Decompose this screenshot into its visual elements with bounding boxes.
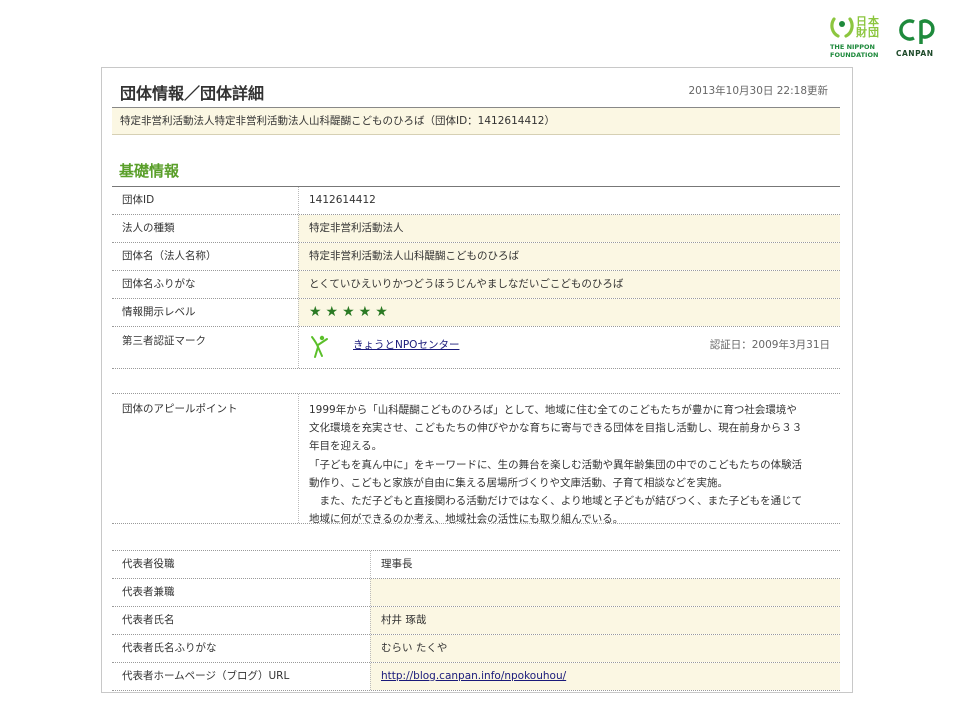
spacer-row <box>112 369 840 394</box>
canpan-logo[interactable]: CANPAN <box>890 16 946 62</box>
nippon-foundation-jp-text: 日本財団 <box>856 15 880 39</box>
canpan-cp-mark-icon <box>899 19 935 44</box>
rep-row-name-furigana: 代表者氏名ふりがな むらい たくや <box>112 635 840 663</box>
row-label: 代表者氏名 <box>122 614 175 626</box>
organization-name-bar: 特定非営利活動法人特定非営利活動法人山科醍醐こどものひろば（団体ID：14126… <box>112 108 840 135</box>
cert-org-link[interactable]: きょうとNPOセンター <box>353 337 459 352</box>
rep-row-concurrent-post: 代表者兼職 <box>112 579 840 607</box>
row-label: 法人の種類 <box>122 222 175 234</box>
rep-row-position: 代表者役職 理事長 <box>112 551 840 579</box>
kyoto-npo-center-mark-icon <box>311 335 328 358</box>
row-label: 情報開示レベル <box>122 306 196 318</box>
updated-timestamp: 2013年10月30日 22:18更新 <box>688 85 828 97</box>
nippon-foundation-en-line2: FOUNDATION <box>830 51 879 59</box>
row-label: 団体のアピールポイント <box>122 403 238 415</box>
row-value <box>370 579 840 606</box>
disclosure-stars-icon: ★★★★★ <box>309 304 392 320</box>
appeal-text: 1999年から「山科醍醐こどものひろば」として、地域に住む全てのこどもたちが豊か… <box>309 401 832 528</box>
homepage-url-value: http://blog.canpan.info/npokouhou/ <box>370 663 840 690</box>
canpan-logo-text: CANPAN <box>896 49 934 58</box>
row-value: むらい たくや <box>370 635 840 662</box>
appeal-line: 動作り、こどもと家族が自由に集える居場所づくりや文庫活動、子育て相談などを実施。 <box>309 476 729 489</box>
info-row-org-name: 団体名（法人名称） 特定非営利活動法人山科醍醐こどものひろば <box>112 243 840 271</box>
row-label: 第三者認証マーク <box>122 335 206 347</box>
row-value: 特定非営利活動法人山科醍醐こどものひろば <box>298 243 840 270</box>
nippon-foundation-en-line1: THE NIPPON <box>830 43 875 51</box>
nippon-foundation-en-text: THE NIPPON FOUNDATION <box>830 43 878 59</box>
info-row-disclosure-level: 情報開示レベル ★★★★★ <box>112 299 840 327</box>
info-row-org-furigana: 団体名ふりがな とくていひえいりかつどうほうじんやましなだいごこどものひろば <box>112 271 840 299</box>
appeal-value: 1999年から「山科醍醐こどものひろば」として、地域に住む全てのこどもたちが豊か… <box>298 394 840 525</box>
page-title: 団体情報／団体詳細 <box>120 84 265 103</box>
section-title-basic-info: 基礎情報 <box>119 162 180 180</box>
row-label: 代表者ホームページ（ブログ）URL <box>122 670 290 682</box>
info-row-third-party-cert: 第三者認証マーク きょうとNPOセンター 認証日：2009年3月31日 <box>112 327 840 369</box>
appeal-line: 文化環境を充実させ、こどもたちの伸びやかな育ちに寄与できる団体を目指し活動し、現… <box>309 422 803 435</box>
disclosure-level-value: ★★★★★ <box>298 299 840 326</box>
row-value: 1412614412 <box>298 187 840 214</box>
rep-row-homepage-url: 代表者ホームページ（ブログ）URL http://blog.canpan.inf… <box>112 663 840 691</box>
row-value: 理事長 <box>370 551 840 578</box>
row-label: 代表者氏名ふりがな <box>122 642 217 654</box>
appeal-line: 年目を迎える。 <box>309 440 383 453</box>
row-label: 団体ID <box>122 194 155 206</box>
homepage-url-link[interactable]: http://blog.canpan.info/npokouhou/ <box>381 670 566 682</box>
spacer-row <box>112 524 840 551</box>
info-row-corporation-type: 法人の種類 特定非営利活動法人 <box>112 215 840 243</box>
nippon-foundation-mark-icon <box>830 17 854 38</box>
row-value: とくていひえいりかつどうほうじんやましなだいごこどものひろば <box>298 271 840 298</box>
row-value: 村井 琢哉 <box>370 607 840 634</box>
row-label: 団体名ふりがな <box>122 278 196 290</box>
cert-date: 認証日：2009年3月31日 <box>709 339 830 351</box>
organization-detail-card: 団体情報／団体詳細 2013年10月30日 22:18更新 特定非営利活動法人特… <box>101 67 853 693</box>
appeal-line: 1999年から「山科醍醐こどものひろば」として、地域に住む全てのこどもたちが豊か… <box>309 404 797 416</box>
appeal-line: 「子どもを真ん中に」をキーワードに、生の舞台を楽しむ活動や異年齢集団の中でのこど… <box>309 458 803 471</box>
row-label: 団体名（法人名称） <box>122 250 217 262</box>
row-label: 代表者兼職 <box>122 586 175 598</box>
appeal-line: また、ただ子どもと直接関わる活動だけではなく、より地域と子どもが結びつく、また子… <box>309 495 803 508</box>
info-row-appeal: 団体のアピールポイント 1999年から「山科醍醐こどものひろば」として、地域に住… <box>112 394 840 525</box>
row-value: 特定非営利活動法人 <box>298 215 840 242</box>
rep-row-name: 代表者氏名 村井 琢哉 <box>112 607 840 635</box>
cert-value: きょうとNPOセンター 認証日：2009年3月31日 <box>298 327 840 368</box>
info-row-org-id: 団体ID 1412614412 <box>112 187 840 215</box>
row-label: 代表者役職 <box>122 558 175 570</box>
nippon-foundation-logo[interactable]: 日本財団 THE NIPPON FOUNDATION <box>830 16 886 62</box>
